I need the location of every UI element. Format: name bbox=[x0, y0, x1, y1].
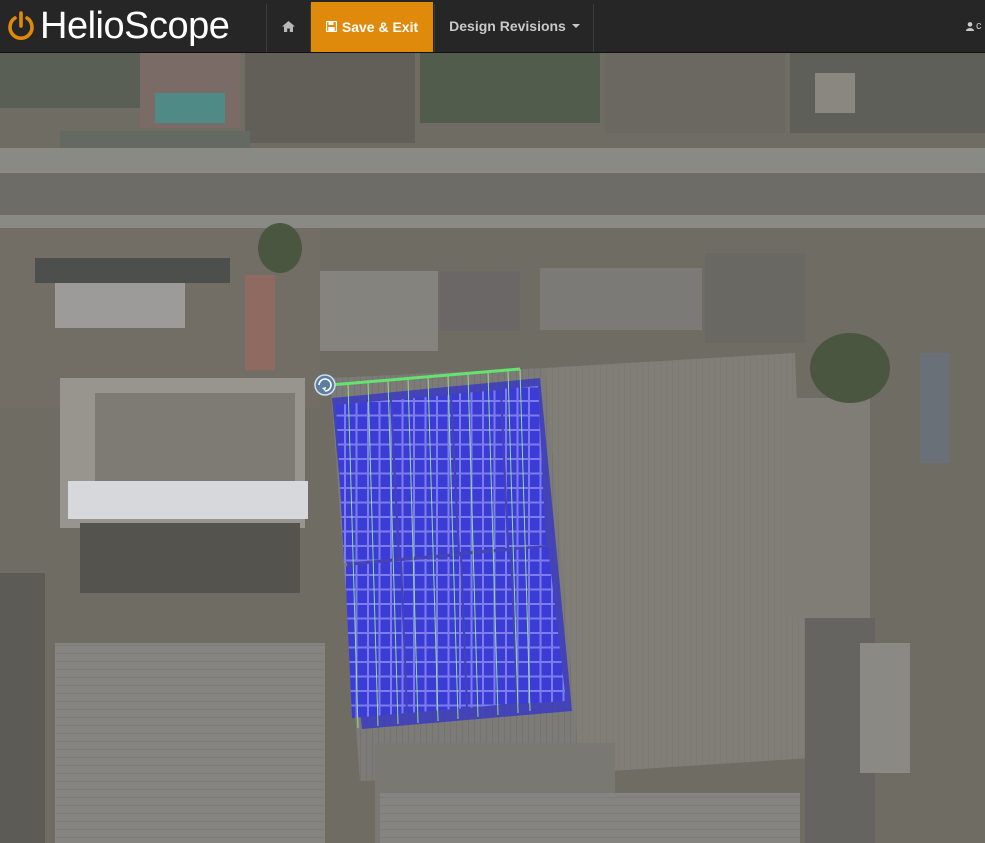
home-icon bbox=[282, 20, 295, 32]
rotate-handle-icon bbox=[314, 374, 336, 396]
solar-modules bbox=[336, 386, 566, 718]
top-navbar: HelioScope Save & Exit Design Revisions … bbox=[0, 0, 985, 53]
home-button[interactable] bbox=[267, 0, 310, 52]
floppy-disk-icon bbox=[325, 19, 338, 35]
user-menu[interactable]: c bbox=[966, 0, 985, 52]
brand-name: HelioScope bbox=[40, 5, 230, 47]
user-name: c bbox=[976, 20, 982, 32]
design-revisions-label: Design Revisions bbox=[449, 18, 566, 34]
design-revisions-dropdown[interactable]: Design Revisions bbox=[436, 0, 593, 52]
save-and-exit-label: Save & Exit bbox=[341, 19, 419, 35]
power-icon bbox=[8, 11, 34, 40]
caret-down-icon bbox=[571, 24, 580, 28]
user-icon bbox=[966, 21, 974, 31]
map-viewport[interactable] bbox=[0, 53, 985, 843]
satellite-map bbox=[0, 53, 985, 843]
nav-divider bbox=[434, 4, 435, 52]
brand-logo[interactable]: HelioScope bbox=[6, 2, 230, 50]
save-and-exit-button[interactable]: Save & Exit bbox=[311, 2, 433, 52]
nav-divider bbox=[593, 4, 594, 52]
